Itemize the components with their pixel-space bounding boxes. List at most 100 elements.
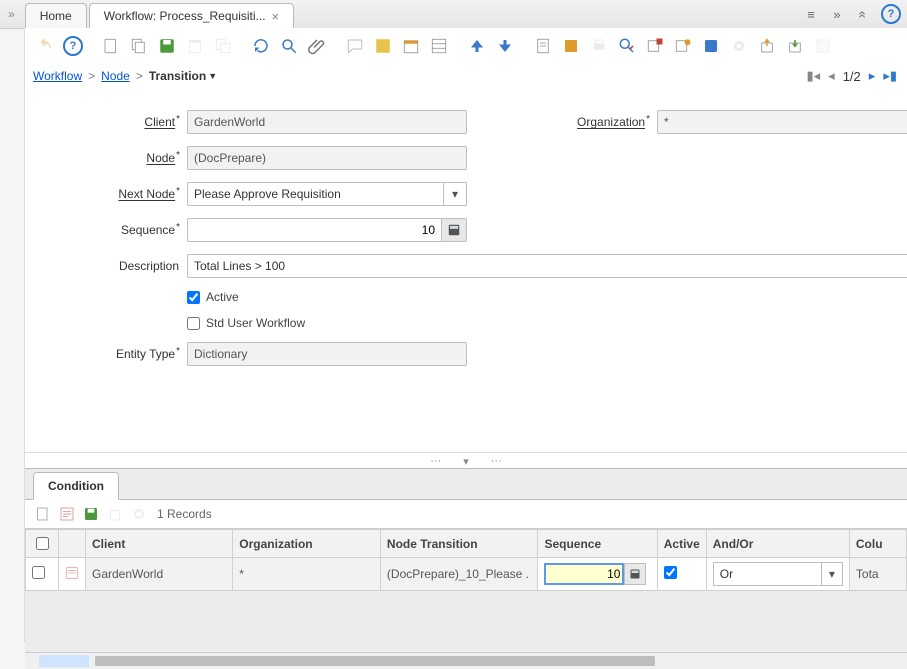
next-node-combo[interactable]: Please Approve Requisition ▾ xyxy=(187,182,467,206)
cell-sequence-input[interactable] xyxy=(544,563,624,585)
form-area: Client GardenWorld Organization * Node (… xyxy=(25,92,907,470)
search-icon[interactable] xyxy=(277,34,301,58)
row-select-checkbox[interactable] xyxy=(32,566,45,579)
top-right-icons: ≡ » « ? xyxy=(803,4,901,24)
tab-home-label: Home xyxy=(40,9,72,23)
help-toolbar-icon[interactable]: ? xyxy=(61,34,85,58)
chevrons-icon[interactable]: « xyxy=(856,6,871,22)
sub-process-icon[interactable] xyxy=(129,504,149,524)
help-icon[interactable]: ? xyxy=(881,4,901,24)
cell-organization: * xyxy=(233,558,381,591)
parent-up-icon[interactable] xyxy=(465,34,489,58)
active-checkbox[interactable] xyxy=(187,291,200,304)
process-gear-icon[interactable] xyxy=(727,34,751,58)
col-column[interactable]: Colu xyxy=(849,530,906,558)
condition-grid: Client Organization Node Transition Sequ… xyxy=(25,528,907,591)
product-info-icon[interactable] xyxy=(699,34,723,58)
new-icon[interactable] xyxy=(99,34,123,58)
description-field[interactable]: Total Lines > 100 xyxy=(187,254,907,278)
grid-toggle-icon[interactable] xyxy=(427,34,451,58)
active-label: Active xyxy=(206,290,239,304)
col-client[interactable]: Client xyxy=(86,530,233,558)
tab-workflow-label: Workflow: Process_Requisiti... xyxy=(104,9,266,23)
more-icon[interactable] xyxy=(811,34,835,58)
chat-icon[interactable] xyxy=(343,34,367,58)
col-node-transition[interactable]: Node Transition xyxy=(380,530,538,558)
last-record-icon[interactable]: ▸▮ xyxy=(883,68,897,84)
chevron-down-icon[interactable]: ▾ xyxy=(821,563,842,585)
breadcrumb-sep: > xyxy=(88,69,95,83)
next-record-icon[interactable]: ▸ xyxy=(869,68,876,84)
copy-icon[interactable] xyxy=(127,34,151,58)
col-active[interactable]: Active xyxy=(657,530,706,558)
main-panel: ? Workflow > Node xyxy=(24,28,907,642)
label-next-node: Next Node xyxy=(25,187,187,201)
scrollbar-thumb[interactable] xyxy=(95,656,655,666)
sequence-input[interactable] xyxy=(187,218,441,242)
active-checkbox-row: Active xyxy=(187,290,467,304)
export-icon[interactable] xyxy=(755,34,779,58)
cell-sequence[interactable] xyxy=(538,558,657,591)
tab-workflow[interactable]: Workflow: Process_Requisiti... × xyxy=(89,3,294,28)
tab-home[interactable]: Home xyxy=(25,3,87,28)
zoom-across-icon[interactable] xyxy=(615,34,639,58)
attachment-icon[interactable] xyxy=(305,34,329,58)
stduserwf-label: Std User Workflow xyxy=(206,316,305,330)
expand-menu-icon[interactable]: » xyxy=(8,7,15,21)
sequence-field[interactable] xyxy=(187,218,467,242)
sub-tabs-area: Condition 1 Records Client Organization … xyxy=(25,468,907,669)
tab-condition-label: Condition xyxy=(48,479,104,493)
request-icon[interactable] xyxy=(671,34,695,58)
select-all-checkbox[interactable] xyxy=(36,537,49,550)
col-andor[interactable]: And/Or xyxy=(706,530,849,558)
calculator-icon[interactable] xyxy=(441,218,467,242)
stduserwf-checkbox[interactable] xyxy=(187,317,200,330)
horizontal-scrollbar[interactable] xyxy=(25,652,907,669)
cell-andor[interactable]: Or ▾ xyxy=(706,558,849,591)
collapse-up-icon[interactable]: ··· xyxy=(430,455,441,467)
sub-delete-icon[interactable] xyxy=(105,504,125,524)
print-icon[interactable] xyxy=(587,34,611,58)
breadcrumb-node[interactable]: Node xyxy=(101,69,130,83)
calculator-icon[interactable] xyxy=(624,563,646,585)
menu-icon[interactable]: ≡ xyxy=(803,7,819,22)
first-record-icon[interactable]: ▮◂ xyxy=(806,68,820,84)
delete-icon[interactable] xyxy=(183,34,207,58)
breadcrumb-current[interactable]: Transition ▼ xyxy=(149,69,217,83)
col-sequence[interactable]: Sequence xyxy=(538,530,657,558)
close-icon[interactable]: × xyxy=(272,9,280,24)
refresh-icon[interactable] xyxy=(249,34,273,58)
undo-icon[interactable] xyxy=(33,34,57,58)
cell-active-checkbox[interactable] xyxy=(664,566,677,579)
note-icon[interactable] xyxy=(371,34,395,58)
savenew-icon[interactable] xyxy=(211,34,235,58)
col-organization[interactable]: Organization xyxy=(233,530,381,558)
chevron-down-icon[interactable]: ▾ xyxy=(443,183,466,205)
collapse-down-icon[interactable]: ··· xyxy=(491,455,502,467)
prev-record-icon[interactable]: ◂ xyxy=(828,68,835,84)
cell-column: Tota xyxy=(849,558,906,591)
splitter-bar[interactable]: ··· ▾ ··· xyxy=(25,452,907,469)
row-edit-icon[interactable] xyxy=(65,569,79,583)
archive-icon[interactable] xyxy=(559,34,583,58)
detail-down-icon[interactable] xyxy=(493,34,517,58)
sub-save-icon[interactable] xyxy=(81,504,101,524)
sub-new-icon[interactable] xyxy=(33,504,53,524)
import-icon[interactable] xyxy=(783,34,807,58)
entity-type-field: Dictionary xyxy=(187,342,467,366)
breadcrumb-current-label: Transition xyxy=(149,69,206,83)
breadcrumb-workflow[interactable]: Workflow xyxy=(33,69,82,83)
cell-node-transition: (DocPrepare)_10_Please . xyxy=(380,558,538,591)
record-count: 1 Records xyxy=(157,507,212,521)
sub-edit-icon[interactable] xyxy=(57,504,77,524)
calendar-icon[interactable] xyxy=(399,34,423,58)
save-icon[interactable] xyxy=(155,34,179,58)
splitter-toggle-icon[interactable]: ▾ xyxy=(463,455,469,468)
active-wf-icon[interactable] xyxy=(643,34,667,58)
tab-condition[interactable]: Condition xyxy=(33,472,119,500)
label-description: Description xyxy=(25,259,187,273)
table-row[interactable]: GardenWorld * (DocPrepare)_10_Please . xyxy=(26,558,907,591)
report-icon[interactable] xyxy=(531,34,555,58)
record-position: 1/2 xyxy=(843,69,861,84)
collapse-icon[interactable]: » xyxy=(829,7,845,22)
